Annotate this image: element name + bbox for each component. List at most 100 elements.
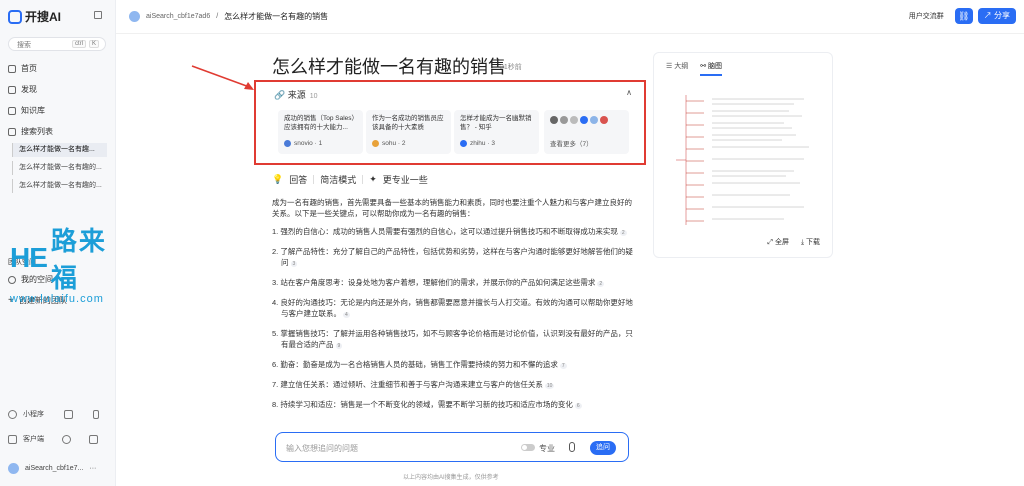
history-item[interactable]: 怎么样才能做一名有趣... — [12, 143, 107, 157]
mindmap-panel: ☰ 大纲 ⚯ 脑图 ⤢ 全屏 ⤓ 下载 — [653, 52, 833, 258]
concise-mode-tab[interactable]: 简洁模式 — [320, 173, 356, 186]
avatar — [8, 463, 19, 474]
more-icon[interactable]: ··· — [89, 465, 96, 472]
tab-outline[interactable]: ☰ 大纲 — [666, 61, 688, 76]
sidebar-search[interactable]: 搜索 ctrl K — [8, 37, 106, 51]
settings-icon[interactable] — [62, 434, 71, 444]
list-item: 3. 站在客户角度思考：设身处地为客户着想，理解他们的需求，并展示你的产品如何满… — [272, 277, 634, 290]
chevron-up-icon[interactable]: ∧ — [626, 88, 632, 97]
sources-count: 10 — [309, 93, 318, 100]
source-favicons — [550, 116, 623, 124]
phone-icon[interactable] — [93, 409, 99, 419]
annotation-arrow — [191, 65, 254, 90]
source-site: snovio · 1 — [294, 140, 323, 147]
watermark: HE 路来福 www.lulaifu.com — [10, 221, 115, 305]
history-item[interactable]: 怎么样才能做一名有趣的... — [12, 161, 107, 175]
mini-program-icon — [8, 409, 17, 419]
view-more-sources[interactable]: 查看更多（7） — [544, 110, 629, 154]
item-text: 8. 持续学习和适应：销售是一个不断变化的领域，需要不断学习新的技巧和适应市场的… — [272, 400, 573, 409]
tab-label: 大纲 — [674, 63, 689, 70]
list-icon — [8, 127, 16, 136]
followup-input[interactable]: 输入您想追问的问题 专业 追问 — [275, 432, 629, 462]
favicon-icon — [580, 116, 588, 124]
pro-toggle[interactable] — [521, 444, 535, 451]
list-item: 5. 掌握销售技巧：了解并运用各种销售技巧，如不与顾客争论价格而是讨论价值，认识… — [272, 328, 634, 352]
citation-badge[interactable]: 6 — [574, 403, 582, 409]
sidebar-item-discover[interactable]: 发现 — [8, 84, 37, 95]
history-item[interactable]: 怎么样才能做一名有趣的... — [12, 179, 107, 193]
divider — [362, 175, 364, 184]
citation-badge[interactable]: 2 — [597, 281, 605, 287]
sidebar-item-knowledge[interactable]: 知识库 — [8, 105, 45, 116]
citation-badge[interactable]: 9 — [335, 343, 343, 349]
source-site: zhihu · 3 — [470, 140, 495, 147]
fullscreen-button[interactable]: ⤢ 全屏 — [767, 237, 789, 247]
sources-header[interactable]: 🔗 来源 10 — [274, 88, 318, 101]
answer-tab[interactable]: 回答 — [289, 173, 307, 186]
item-text: 4. 良好的沟通技巧：无论是内向还是外向，销售都需要愿意并擅长与人打交道。有效的… — [272, 298, 633, 318]
citation-badge[interactable]: 4 — [343, 312, 350, 318]
source-card[interactable]: 怎样才能成为一名幽默销售？ - 知乎 zhihu · 3 — [454, 110, 539, 154]
fullscreen-label: 全屏 — [774, 239, 789, 246]
microphone-icon[interactable] — [569, 442, 575, 452]
home-icon[interactable] — [64, 409, 73, 419]
collapse-sidebar-icon[interactable] — [94, 11, 102, 19]
watermark-url: www.lulaifu.com — [10, 293, 104, 305]
mindmap-thumbnail[interactable] — [664, 85, 824, 235]
citation-badge[interactable]: 7 — [559, 363, 567, 369]
session-name[interactable]: aiSearch_cbf1e7ad6 — [146, 13, 210, 20]
source-favicon — [284, 140, 291, 147]
list-item: 7. 建立信任关系：通过倾听、注重细节和善于与客户沟通来建立与客户的信任关系 10 — [272, 379, 634, 392]
user-name: aiSearch_cbf1e7... — [25, 465, 84, 472]
sources-panel: 🔗 来源 10 ∧ 成功的销售（Top Sales）应该拥有的十大能力... sn… — [254, 80, 646, 165]
send-button[interactable]: 追问 — [590, 441, 616, 455]
sources-label: 来源 — [287, 90, 306, 100]
download-button[interactable]: ⤓ 下载 — [801, 237, 820, 247]
citation-badge[interactable]: 10 — [544, 383, 555, 389]
download-label: 下载 — [806, 239, 820, 246]
share-button[interactable]: ↗ 分享 — [977, 8, 1016, 24]
watermark-text: 路来福 — [50, 226, 107, 293]
panel-tabs: ☰ 大纲 ⚯ 脑图 — [666, 61, 723, 76]
mini-program-label[interactable]: 小程序 — [23, 409, 44, 419]
page-title: 怎么样才能做一名有趣的销售 — [224, 12, 329, 21]
list-item: 2. 了解产品特性：充分了解自己的产品特性，包括优势和劣势，这样在与客户沟通时能… — [272, 246, 634, 270]
source-favicon — [460, 140, 467, 147]
expand-icon: ⤢ — [767, 239, 775, 246]
list-icon: ☰ — [666, 63, 675, 70]
divider — [313, 175, 315, 184]
answer-intro: 成为一名有趣的销售，首先需要具备一些基本的销售能力和素质，同时也要注重个人魅力和… — [272, 198, 632, 218]
sidebar-item-search-list[interactable]: 搜索列表 — [8, 126, 53, 137]
link-button[interactable]: ⛓ — [954, 8, 973, 24]
sidebar: 开搜AI 搜索 ctrl K 首页 发现 知识库 搜索列表 怎么样才能做一名有趣… — [0, 0, 116, 486]
topbar-actions: 用户交流群 ⛓ ↗ 分享 — [909, 8, 1016, 24]
source-title: 作为一名成功的销售员应该具备的十大素质 — [372, 115, 444, 131]
source-card[interactable]: 成功的销售（Top Sales）应该拥有的十大能力... snovio · 1 — [278, 110, 363, 154]
item-text: 1. 强烈的自信心：成功的销售人员需要有强烈的自信心，这可以通过提升销售技巧和不… — [272, 227, 618, 236]
topbar: aiSearch_cbf1e7ad6 / 怎么样才能做一名有趣的销售 用户交流群… — [116, 0, 1024, 34]
disclaimer: 以上内容均由AI搜集生成，仅供参考 — [403, 475, 499, 481]
question-title: 怎么样才能做一名有趣的销售 — [272, 57, 506, 77]
client-label[interactable]: 客户端 — [23, 434, 44, 444]
tab-mindmap[interactable]: ⚯ 脑图 — [700, 61, 723, 76]
app-name: 开搜AI — [25, 10, 62, 24]
sidebar-item-home[interactable]: 首页 — [8, 63, 37, 74]
document-icon[interactable] — [89, 434, 98, 444]
citation-badge[interactable]: 2 — [619, 230, 627, 236]
favicon-icon — [570, 116, 578, 124]
source-card[interactable]: 作为一名成功的销售员应该具备的十大素质 sohu · 2 — [366, 110, 451, 154]
sparkle-icon: ✦ — [369, 174, 377, 184]
community-link[interactable]: 用户交流群 — [909, 11, 944, 21]
pro-mode-tab[interactable]: 更专业一些 — [383, 173, 428, 186]
link-icon: 🔗 — [274, 90, 288, 100]
citation-badge[interactable]: 3 — [290, 261, 298, 267]
favicon-icon — [550, 116, 558, 124]
list-item: 8. 持续学习和适应：销售是一个不断变化的领域，需要不断学习新的技巧和适应市场的… — [272, 399, 634, 412]
source-favicon — [372, 140, 379, 147]
view-more-label: 查看更多（7） — [550, 141, 593, 148]
user-row[interactable]: aiSearch_cbf1e7... ··· — [8, 463, 96, 474]
tab-label: 脑图 — [708, 63, 723, 70]
app-logo[interactable]: 开搜AI — [8, 8, 61, 25]
breadcrumb: aiSearch_cbf1e7ad6 / 怎么样才能做一名有趣的销售 — [129, 11, 328, 22]
item-text: 3. 站在客户角度思考：设身处地为客户着想，理解他们的需求，并展示你的产品如何满… — [272, 278, 596, 287]
